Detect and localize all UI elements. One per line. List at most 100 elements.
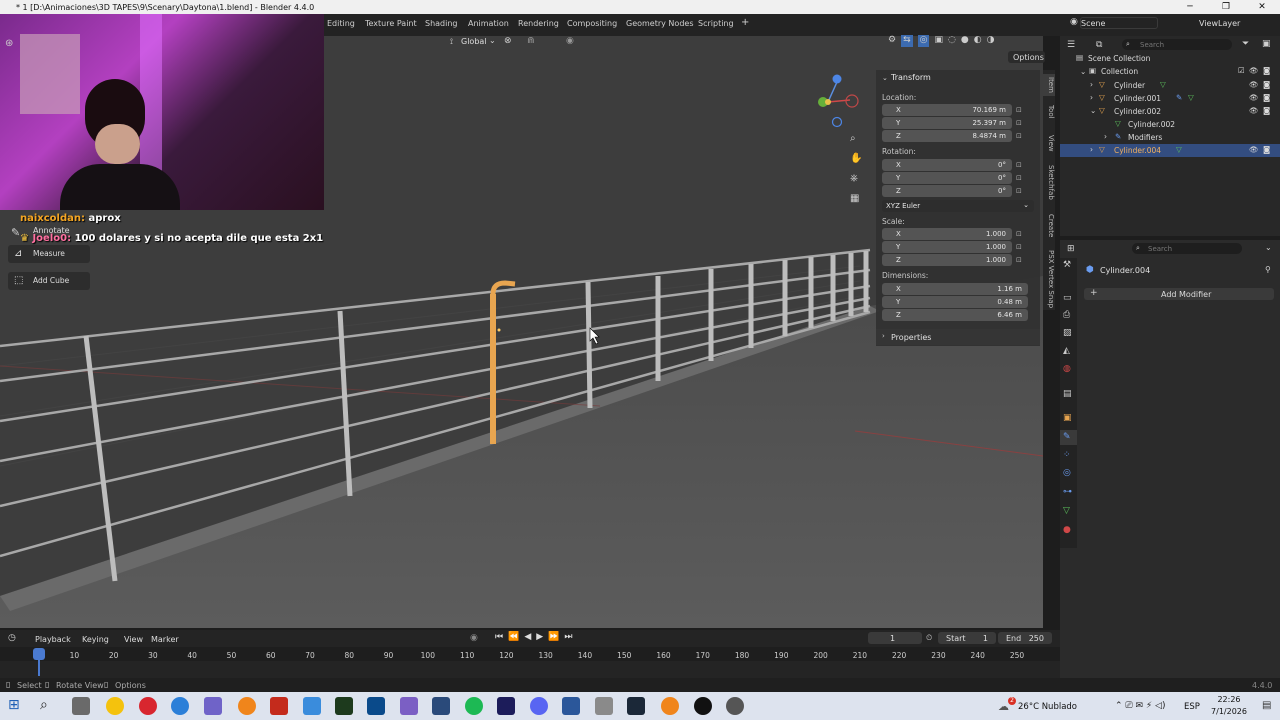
tab-tool[interactable]: Tool	[1043, 102, 1055, 122]
tab-rendering[interactable]: Rendering	[518, 19, 559, 28]
tab-animation[interactable]: Animation	[468, 19, 509, 28]
blender-taskbar-icon[interactable]	[238, 697, 256, 715]
wireframe-shading-icon[interactable]: ◌	[948, 35, 956, 47]
tab-item[interactable]: Item	[1043, 74, 1055, 96]
perspective-grid-icon[interactable]: ▦	[850, 193, 859, 204]
outliner-row-selected[interactable]	[1060, 144, 1280, 157]
pivot-icon[interactable]: ⊗	[504, 36, 512, 46]
tab-shading[interactable]: Shading	[425, 19, 458, 28]
rotation-z-field[interactable]: Z 0°	[882, 185, 1012, 197]
object-tab-icon[interactable]: ▣	[1063, 413, 1072, 423]
rendered-shading-icon[interactable]: ◑	[987, 35, 995, 47]
tab-editing[interactable]: Editing	[327, 19, 355, 28]
chevron-down-icon[interactable]: ⌄	[1080, 67, 1086, 76]
lock-icon[interactable]: ⊡	[1016, 256, 1022, 264]
outliner-item-modifiers[interactable]: Modifiers	[1128, 133, 1162, 142]
material-tab-icon[interactable]: ●	[1063, 525, 1071, 535]
jump-end-icon[interactable]: ⏭	[564, 632, 572, 644]
menu-marker[interactable]: Marker	[151, 635, 179, 644]
scale-y-field[interactable]: Y 1.000	[882, 241, 1012, 253]
add-modifier-button[interactable]: + Add Modifier	[1084, 288, 1274, 300]
visibility-eye-icon[interactable]: 👁	[1249, 106, 1259, 115]
scene-icon[interactable]: ◉	[1070, 17, 1078, 27]
filter-icon[interactable]: ⏷	[1242, 39, 1249, 49]
tab-compositing[interactable]: Compositing	[567, 19, 617, 28]
lock-icon[interactable]: ⊡	[1016, 230, 1022, 238]
language-indicator[interactable]: ESP	[1184, 702, 1200, 712]
chevron-down-icon[interactable]: ⌄	[882, 74, 888, 82]
dimensions-x-field[interactable]: X 1.16 m	[882, 283, 1028, 295]
render-tab-icon[interactable]: ▭	[1063, 293, 1072, 303]
close-button[interactable]: ✕	[1244, 0, 1280, 14]
outliner-editor-icon[interactable]: ☰	[1067, 40, 1075, 50]
notifications-icon[interactable]: ▤	[1262, 700, 1271, 711]
lock-icon[interactable]: ⊡	[1016, 174, 1022, 182]
scale-z-field[interactable]: Z 1.000	[882, 254, 1012, 266]
spotify-icon[interactable]	[465, 697, 483, 715]
vscode-icon[interactable]	[367, 697, 385, 715]
after-effects-icon[interactable]	[497, 697, 515, 715]
add-cube-tool[interactable]: ⬚ Add Cube	[8, 272, 90, 290]
chevron-right-icon[interactable]: ›	[1104, 132, 1107, 141]
start-frame-field[interactable]: Start 1	[938, 632, 996, 644]
properties-editor-icon[interactable]: ⊞	[1067, 244, 1075, 254]
tool-tab-icon[interactable]: ⚒	[1063, 260, 1071, 270]
render-camera-icon[interactable]: ◙	[1263, 106, 1270, 115]
tab-create[interactable]: Create	[1043, 212, 1055, 240]
scene-collection-item[interactable]: Scene Collection	[1088, 54, 1150, 63]
chevron-right-icon[interactable]: ›	[1090, 80, 1093, 89]
menu-view[interactable]: View	[124, 635, 143, 644]
search-icon[interactable]: ⌕	[40, 697, 48, 713]
weather-text[interactable]: 26°C Nublado	[1018, 702, 1077, 712]
lock-icon[interactable]: ⊡	[1016, 161, 1022, 169]
output-tab-icon[interactable]: ⎙	[1063, 310, 1070, 320]
properties-panel-header[interactable]: › Properties	[876, 329, 1040, 345]
outliner-item-cylinder-001[interactable]: Cylinder.001	[1114, 94, 1161, 103]
minimize-button[interactable]: ─	[1172, 0, 1208, 14]
lock-icon[interactable]: ⊡	[1016, 106, 1022, 114]
checkbox-icon[interactable]: ☑	[1238, 66, 1245, 75]
prev-keyframe-icon[interactable]: ⏪	[508, 632, 519, 644]
collection-tab-icon[interactable]: ▤	[1063, 389, 1072, 399]
photos-icon[interactable]	[303, 697, 321, 715]
maximize-button[interactable]: ❐	[1208, 0, 1244, 14]
word-icon[interactable]	[562, 697, 580, 715]
snap-icon[interactable]: ⋒	[527, 36, 535, 46]
chevron-down-icon[interactable]: ⌄	[1265, 243, 1272, 252]
display-mode-icon[interactable]: ⧉	[1096, 40, 1102, 50]
outliner-item-cylinder[interactable]: Cylinder	[1114, 81, 1145, 90]
transform-header[interactable]: Transform	[891, 73, 931, 82]
dimensions-z-field[interactable]: Z 6.46 m	[882, 309, 1028, 321]
app-icon[interactable]	[204, 697, 222, 715]
outliner-item-cylinder-004[interactable]: Cylinder.004	[1114, 146, 1161, 155]
tab-geometry-nodes[interactable]: Geometry Nodes	[626, 19, 693, 28]
visibility-eye-icon[interactable]: 👁	[1249, 66, 1259, 75]
discord-icon[interactable]	[530, 697, 548, 715]
blender-logo-icon[interactable]: ⊛	[5, 38, 13, 49]
render-camera-icon[interactable]: ◙	[1263, 66, 1270, 75]
add-workspace-button[interactable]: +	[741, 17, 749, 28]
blender-taskbar-icon[interactable]	[661, 697, 679, 715]
next-keyframe-icon[interactable]: ⏩	[548, 632, 559, 644]
app-icon[interactable]	[432, 697, 450, 715]
pycharm-icon[interactable]	[335, 697, 353, 715]
visibility-icon[interactable]: ⚙	[888, 35, 896, 47]
clock-icon[interactable]: ◷	[8, 633, 16, 643]
play-icon[interactable]: ▶	[536, 632, 543, 644]
tab-scripting[interactable]: Scripting	[698, 19, 734, 28]
tab-sketchfab[interactable]: Sketchfab	[1043, 162, 1055, 202]
pin-icon[interactable]: ⚲	[1265, 265, 1271, 274]
chrome-icon[interactable]	[106, 697, 124, 715]
measure-tool[interactable]: ⊿ Measure	[8, 245, 90, 263]
properties-search-input[interactable]: ⌕ Search	[1132, 243, 1242, 254]
record-icon[interactable]: ◉	[470, 633, 478, 643]
location-z-field[interactable]: Z 8.4874 m	[882, 130, 1012, 142]
zoom-icon[interactable]: ⌕	[850, 133, 856, 144]
data-tab-icon[interactable]: ▽	[1063, 506, 1070, 516]
outliner-item-cylinder-002[interactable]: Cylinder.002	[1114, 107, 1161, 116]
current-frame-field[interactable]: 1	[868, 632, 922, 644]
view-layer-tab-icon[interactable]: ▨	[1063, 328, 1072, 338]
timer-icon[interactable]: ⏲	[926, 633, 932, 643]
visibility-eye-icon[interactable]: 👁	[1249, 80, 1259, 89]
obs-icon[interactable]	[694, 697, 712, 715]
